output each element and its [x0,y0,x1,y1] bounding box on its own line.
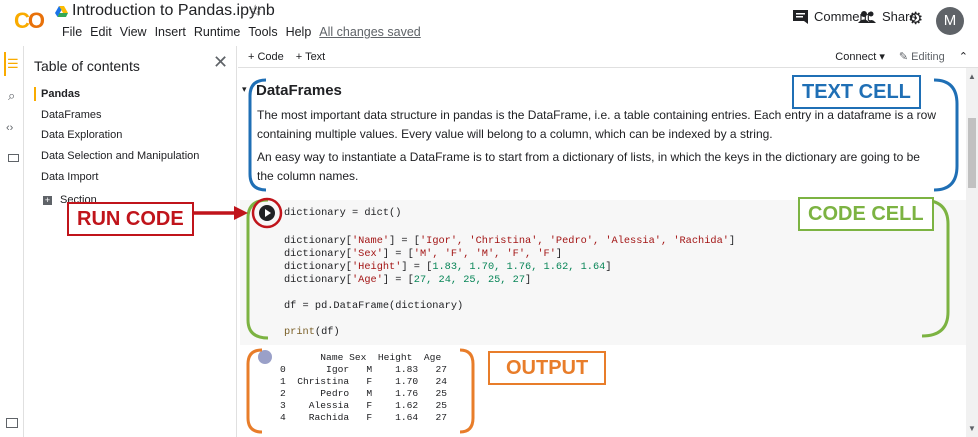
colab-window: CO Introduction to Pandas.ipynb ☆ File E… [0,0,978,437]
text-cell-right-bracket [933,78,959,192]
run-code-arrow-head [234,206,248,220]
text-cell-left-bracket [248,78,267,192]
scrollbar-thumb[interactable] [968,118,976,188]
text-cell-annotation-label: TEXT CELL [792,75,921,109]
vertical-scrollbar[interactable] [966,68,978,437]
output-annotation-label: OUTPUT [488,351,607,385]
output-left-bracket [246,348,263,434]
code-cell-left-bracket [246,198,269,340]
code-cell-annotation-label: CODE CELL [798,197,934,231]
run-button-highlight [251,197,283,229]
run-code-annotation-label: RUN CODE [67,202,194,236]
scroll-up-icon[interactable]: ▲ [968,72,976,81]
output-right-bracket [459,348,475,434]
scroll-down-icon[interactable]: ▼ [968,424,976,433]
